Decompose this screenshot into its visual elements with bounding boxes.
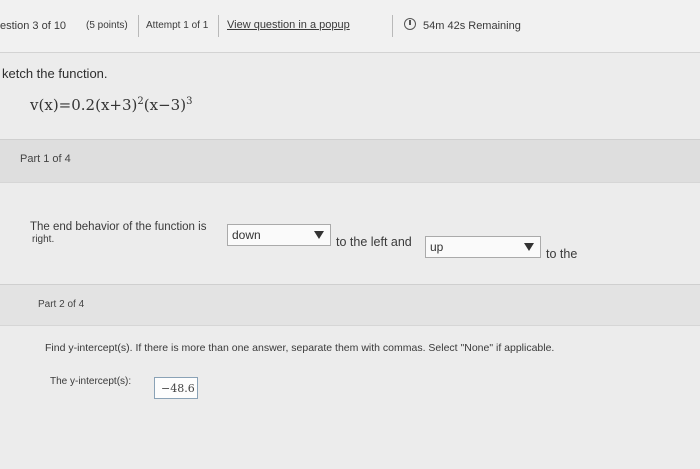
part-2-header: Part 2 of 4 bbox=[0, 284, 700, 326]
function-name: v bbox=[30, 96, 39, 114]
dropdown-selected-value: up bbox=[430, 240, 444, 254]
part-1-text-wrap: right. bbox=[32, 234, 55, 245]
part-2-label: Part 2 of 4 bbox=[38, 299, 85, 310]
part-1-text-after: to the bbox=[546, 247, 578, 261]
points-label: (5 points) bbox=[86, 20, 128, 31]
clock-icon bbox=[404, 18, 416, 30]
function-equation: v(x)=0.2(x+3)2(x−3)3 bbox=[30, 96, 193, 114]
dropdown-selected-value: down bbox=[232, 228, 261, 242]
header-separator bbox=[138, 15, 139, 37]
end-behavior-right-dropdown[interactable]: up bbox=[425, 236, 541, 258]
exponent-2: 3 bbox=[186, 96, 193, 107]
part-1-text-before: The end behavior of the function is bbox=[30, 221, 207, 233]
y-intercept-answer-field[interactable]: −48.6 bbox=[154, 377, 198, 399]
y-intercept-label: The y-intercept(s): bbox=[50, 376, 132, 387]
answer-value: −48.6 bbox=[161, 382, 195, 395]
part-1-text-middle: to the left and bbox=[336, 235, 412, 249]
question-header-bar: estion 3 of 10 (5 points) Attempt 1 of 1… bbox=[0, 0, 700, 53]
dropdown-arrow-icon bbox=[524, 243, 534, 251]
view-popup-link[interactable]: View question in a popup bbox=[227, 19, 350, 31]
part-1-header: Part 1 of 4 bbox=[0, 139, 700, 183]
factor-1: x+3 bbox=[100, 96, 132, 114]
part-2-instruction: Find y-intercept(s). If there is more th… bbox=[45, 342, 555, 354]
question-prompt: ketch the function. bbox=[2, 66, 108, 81]
exponent-1: 2 bbox=[137, 96, 144, 107]
question-counter: estion 3 of 10 bbox=[0, 20, 67, 32]
part-1-label: Part 1 of 4 bbox=[20, 153, 71, 165]
function-variable: x bbox=[44, 96, 53, 114]
end-behavior-left-dropdown[interactable]: down bbox=[227, 224, 331, 246]
timer-remaining: 54m 42s Remaining bbox=[423, 20, 521, 32]
dropdown-arrow-icon bbox=[314, 231, 324, 239]
function-coefficient: 0.2 bbox=[71, 96, 96, 114]
question-content bbox=[0, 53, 700, 469]
factor-2: x−3 bbox=[149, 96, 181, 114]
header-separator bbox=[392, 15, 393, 37]
attempt-label: Attempt 1 of 1 bbox=[146, 20, 209, 31]
header-separator bbox=[218, 15, 219, 37]
